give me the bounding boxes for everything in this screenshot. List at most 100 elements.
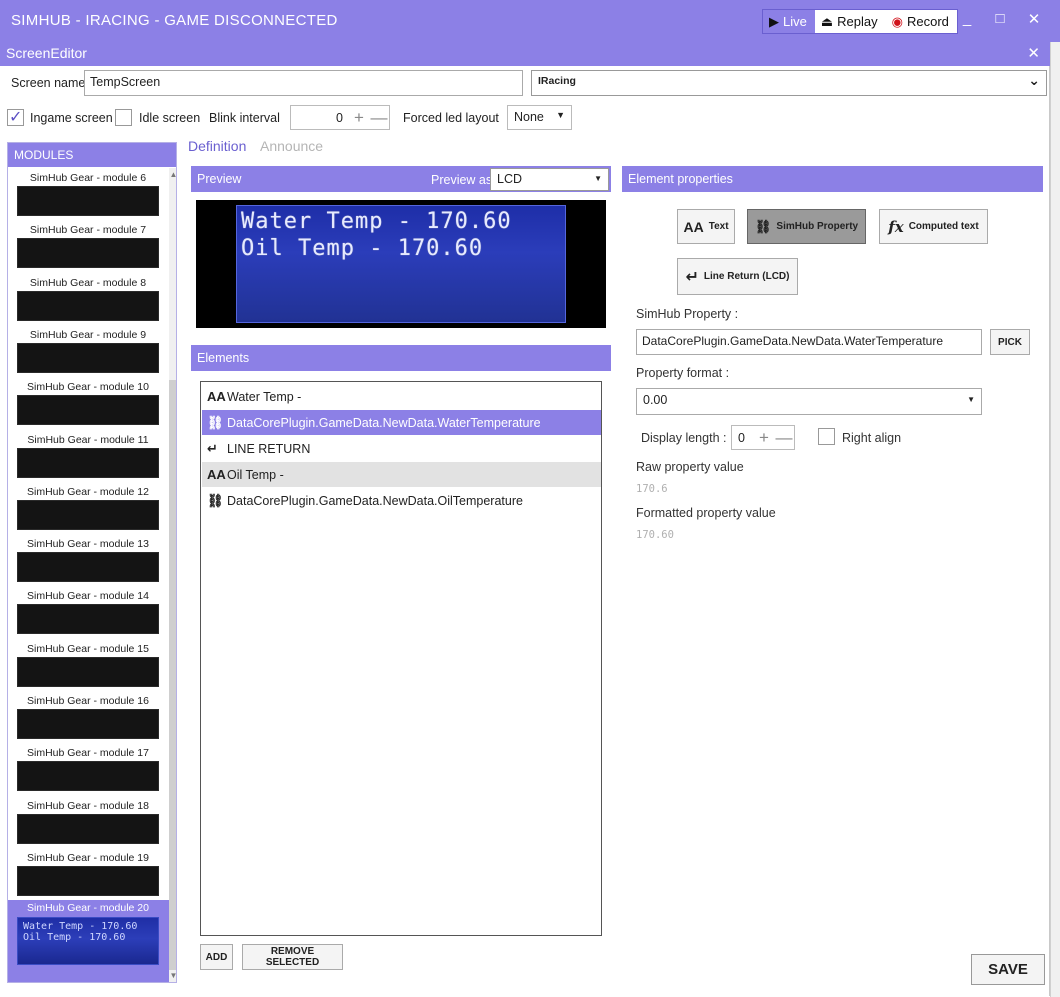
minimize-icon[interactable]: _ (957, 10, 977, 27)
module-item[interactable]: SimHub Gear - module 18 (8, 798, 162, 850)
module-display (17, 499, 159, 530)
modules-scrollbar[interactable]: ▲ ▼ (169, 168, 176, 982)
link-icon: ⛓ (754, 218, 772, 234)
formatted-property-value-label: Formatted property value (636, 506, 776, 520)
module-item[interactable]: SimHub Gear - module 14 (8, 588, 162, 640)
right-align-checkbox[interactable] (818, 428, 835, 445)
property-format-value: 0.00 (643, 393, 668, 407)
caret-down-icon: ▼ (967, 395, 975, 404)
close-icon[interactable]: ✕ (1024, 10, 1044, 28)
module-item[interactable]: SimHub Gear - module 13 (8, 536, 162, 588)
module-item-selected[interactable]: SimHub Gear - module 20 Water Temp - 170… (8, 900, 169, 982)
scroll-up-icon[interactable]: ▲ (169, 170, 176, 179)
preview-as-select[interactable]: LCD ▼ (490, 168, 609, 191)
play-icon: ▶ (769, 13, 779, 29)
minus-icon[interactable]: — (774, 428, 794, 448)
simhub-property-input[interactable]: DataCorePlugin.GameData.NewData.WaterTem… (636, 329, 982, 355)
forced-led-layout-value: None (514, 110, 544, 124)
module-display (17, 656, 159, 687)
module-name: SimHub Gear - module 16 (27, 695, 149, 707)
tab-definition[interactable]: Definition (188, 138, 246, 154)
record-icon: ◉ (891, 13, 903, 29)
module-item[interactable]: SimHub Gear - module 19 (8, 850, 162, 902)
module-item[interactable]: SimHub Gear - module 11 (8, 432, 162, 484)
module-display (17, 813, 159, 844)
add-button[interactable]: ADD (200, 944, 233, 970)
module-display (17, 865, 159, 896)
link-icon: ⛓ (207, 492, 224, 508)
module-item[interactable]: SimHub Gear - module 16 (8, 693, 162, 745)
scroll-down-icon[interactable]: ▼ (169, 971, 176, 980)
module-name: SimHub Gear - module 13 (27, 538, 149, 551)
blink-interval-stepper[interactable]: 0 + — (290, 105, 390, 130)
replay-button[interactable]: ⏏ Replay (815, 10, 886, 33)
type-line-return-button[interactable]: ↵ Line Return (LCD) (677, 258, 798, 295)
type-simhub-property-button[interactable]: ⛓ SimHub Property (747, 209, 866, 244)
module-lcd-preview: Water Temp - 170.60 Oil Temp - 170.60 (17, 917, 159, 965)
plus-icon[interactable]: + (349, 108, 369, 128)
ingame-screen-checkbox[interactable] (7, 107, 24, 127)
type-simhub-property-label: SimHub Property (776, 221, 859, 232)
preview-as-value: LCD (497, 172, 523, 186)
remove-selected-button[interactable]: REMOVE SELECTED (242, 944, 343, 970)
idle-screen-label: Idle screen (139, 111, 201, 125)
property-format-select[interactable]: 0.00 ▼ (636, 388, 982, 415)
element-label: Oil Temp - (227, 467, 284, 482)
live-button[interactable]: ▶ Live (763, 10, 815, 33)
game-select[interactable]: IRacing ⌄ (531, 70, 1047, 96)
elements-header: Elements (191, 345, 611, 371)
link-icon: ⛓ (207, 414, 224, 430)
module-item[interactable]: SimHub Gear - module 6 (8, 170, 162, 222)
formatted-property-value: 170.60 (636, 529, 674, 541)
module-name: SimHub Gear - module 15 (27, 642, 149, 655)
module-display (17, 342, 159, 373)
lcd-preview-display: Water Temp - 170.60 Oil Temp - 170.60 (236, 205, 566, 323)
tab-announce[interactable]: Announce (260, 138, 323, 154)
app-titlebar: SIMHUB - IRACING - GAME DISCONNECTED ▶ L… (0, 0, 1060, 42)
editor-close-icon[interactable]: ✕ (1027, 44, 1040, 62)
forced-led-layout-select[interactable]: None ▼ (507, 105, 572, 130)
module-item[interactable]: SimHub Gear - module 17 (8, 745, 162, 797)
record-button[interactable]: ◉ Record (886, 10, 957, 33)
module-name: SimHub Gear - module 19 (27, 851, 149, 864)
minus-icon[interactable]: — (369, 108, 389, 128)
module-name: SimHub Gear - module 17 (27, 747, 149, 760)
module-item[interactable]: SimHub Gear - module 7 (8, 222, 162, 274)
line-return-icon: ↵ (685, 268, 699, 286)
module-display (17, 395, 159, 426)
ingame-screen-label: Ingame screen (30, 111, 113, 125)
module-name: SimHub Gear - module 10 (27, 381, 149, 394)
right-align-label: Right align (842, 431, 902, 445)
element-row[interactable]: AA Oil Temp - (202, 462, 601, 487)
module-name: SimHub Gear - module 11 (27, 433, 149, 446)
save-button[interactable]: SAVE (971, 954, 1045, 985)
element-row-selected[interactable]: ⛓ DataCorePlugin.GameData.NewData.WaterT… (202, 410, 601, 435)
blink-interval-value: 0 (336, 110, 343, 125)
type-computed-text-button[interactable]: fx Computed text (879, 209, 988, 244)
module-item[interactable]: SimHub Gear - module 10 (8, 379, 162, 431)
type-text-label: Text (708, 221, 729, 232)
function-icon: fx (888, 217, 904, 236)
module-name: SimHub Gear - module 14 (27, 590, 149, 603)
maximize-icon[interactable]: □ (990, 10, 1010, 27)
element-row[interactable]: AA Water Temp - (202, 384, 601, 409)
type-text-button[interactable]: AA Text (677, 209, 735, 244)
replay-icon: ⏏ (820, 13, 834, 29)
module-item[interactable]: SimHub Gear - module 15 (8, 641, 162, 693)
pick-button[interactable]: PICK (990, 329, 1030, 355)
idle-screen-checkbox[interactable] (115, 109, 132, 126)
app-title: SIMHUB - IRACING - GAME DISCONNECTED (11, 12, 338, 29)
scroll-thumb[interactable] (169, 380, 176, 970)
preview-header: Preview Preview as LCD ▼ (191, 166, 611, 192)
element-properties-header: Element properties (622, 166, 1043, 192)
modules-header: MODULES (8, 143, 176, 167)
screen-name-input[interactable]: TempScreen (84, 70, 523, 96)
display-length-stepper[interactable]: 0 + — (731, 425, 795, 450)
blink-interval-label: Blink interval (209, 111, 280, 125)
module-item[interactable]: SimHub Gear - module 8 (8, 275, 162, 327)
plus-icon[interactable]: + (754, 428, 774, 448)
module-item[interactable]: SimHub Gear - module 12 (8, 484, 162, 536)
module-item[interactable]: SimHub Gear - module 9 (8, 327, 162, 379)
element-row[interactable]: ↵ LINE RETURN (202, 436, 601, 461)
element-row[interactable]: ⛓ DataCorePlugin.GameData.NewData.OilTem… (202, 488, 601, 513)
